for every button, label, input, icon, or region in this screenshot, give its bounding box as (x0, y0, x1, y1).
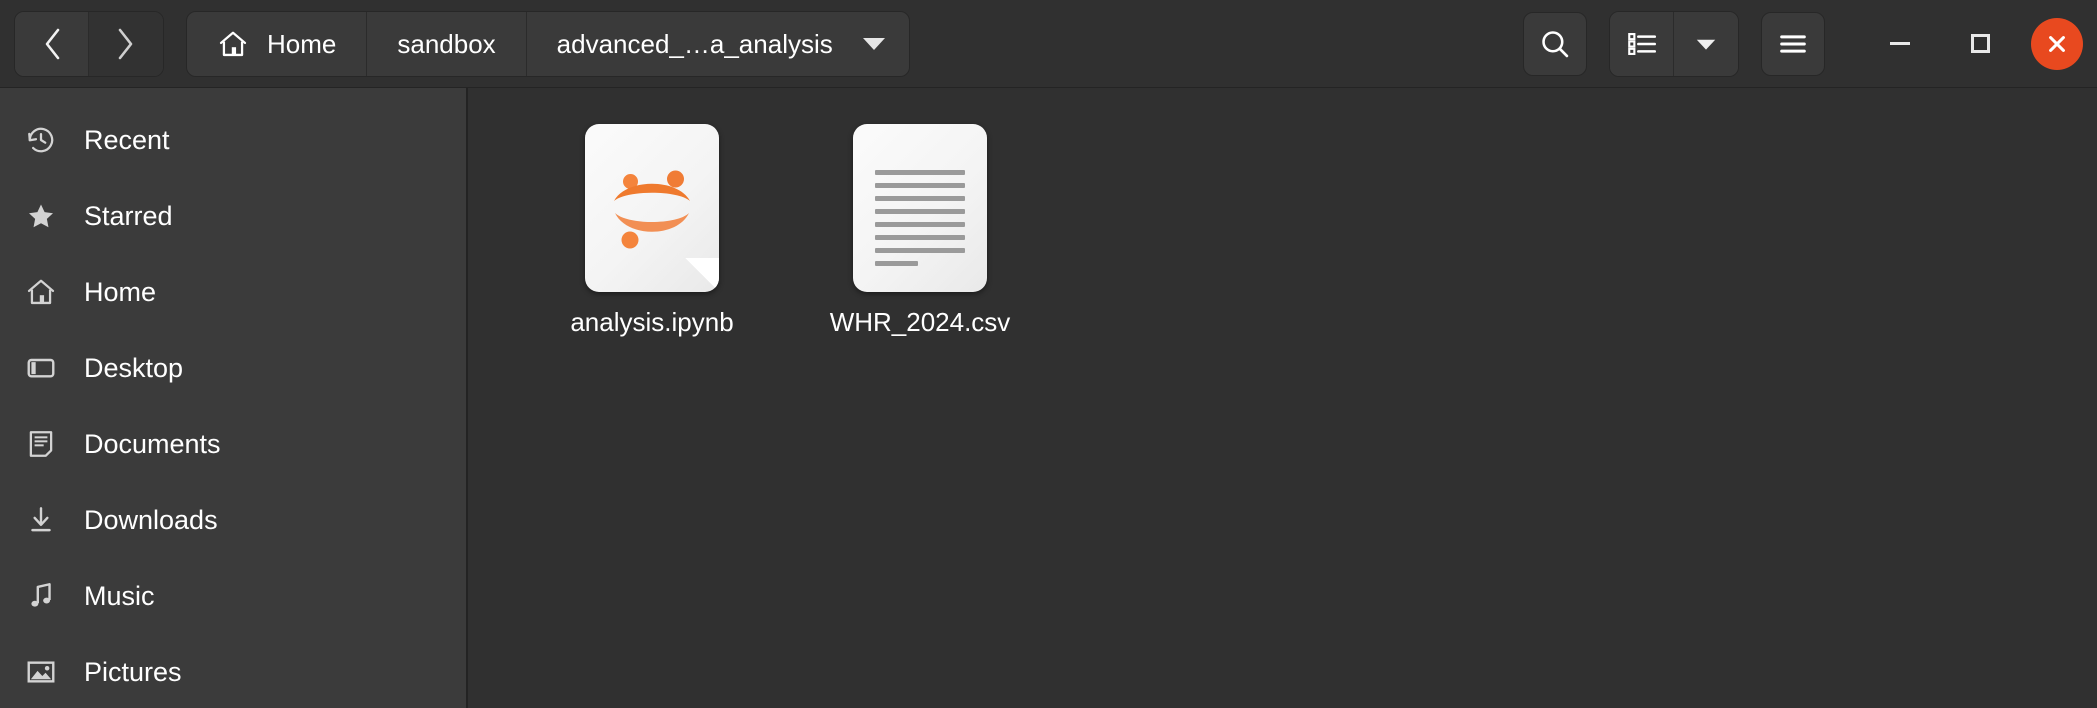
text-lines (875, 170, 965, 274)
music-note-icon (24, 579, 58, 613)
close-icon (2049, 35, 2065, 52)
main-menu-button[interactable] (1761, 11, 1825, 76)
search-icon (1542, 30, 1569, 57)
sidebar-item-label: Starred (84, 200, 173, 231)
picture-icon (24, 655, 58, 689)
file-item-whr-2024-csv[interactable]: WHR_2024.csv (786, 116, 1054, 337)
home-icon (219, 31, 247, 56)
hamburger-menu-icon (1780, 34, 1806, 53)
sidebar-item-downloads[interactable]: Downloads (0, 482, 466, 558)
back-button[interactable] (15, 11, 89, 76)
breadcrumb-item-home[interactable]: Home (187, 11, 368, 76)
file-icon-wrap (853, 124, 987, 292)
view-toggle-group (1609, 10, 1739, 77)
jupyter-notebook-file-icon (585, 124, 719, 292)
maximize-button[interactable] (1951, 15, 2009, 73)
sidebar-item-pictures[interactable]: Pictures (0, 634, 466, 708)
search-button[interactable] (1523, 11, 1587, 76)
breadcrumb: Home sandbox advanced_…a_analysis (186, 10, 910, 77)
list-view-icon (1627, 32, 1656, 55)
sidebar-item-label: Pictures (84, 656, 182, 687)
file-item-analysis-ipynb[interactable]: analysis.ipynb (518, 116, 786, 337)
document-icon (24, 427, 58, 461)
clock-history-icon (24, 123, 58, 157)
breadcrumb-label: Home (267, 28, 337, 59)
file-manager-window: Home sandbox advanced_…a_analysis Recent… (0, 0, 2097, 708)
sidebar-item-label: Music (84, 580, 155, 611)
sidebar-item-recent[interactable]: Recent (0, 102, 466, 178)
minimize-icon (1890, 42, 1910, 45)
breadcrumb-label: sandbox (397, 28, 496, 59)
sidebar-item-label: Recent (84, 124, 170, 155)
sidebar-item-label: Desktop (84, 352, 184, 383)
window-body: Recent Starred Home Desktop Documents Do… (0, 88, 2097, 708)
home-icon (24, 275, 58, 309)
sidebar-item-music[interactable]: Music (0, 558, 466, 634)
file-icon-wrap (585, 124, 719, 292)
star-icon (24, 199, 58, 233)
sidebar-item-desktop[interactable]: Desktop (0, 330, 466, 406)
desktop-icon (24, 351, 58, 385)
breadcrumb-item-sandbox[interactable]: sandbox (367, 11, 527, 76)
sidebar-item-label: Documents (84, 428, 221, 459)
text-file-icon (853, 124, 987, 292)
file-grid: analysis.ipynb WHR_2024.csv (468, 116, 2097, 337)
page-fold (685, 258, 719, 292)
view-options-button[interactable] (1674, 11, 1738, 76)
maximize-icon (1970, 34, 1990, 53)
breadcrumb-item-current[interactable]: advanced_…a_analysis (526, 11, 909, 76)
header-bar: Home sandbox advanced_…a_analysis (0, 0, 2097, 88)
chevron-down-icon (1696, 39, 1716, 50)
breadcrumb-label: advanced_…a_analysis (556, 28, 833, 59)
chevron-down-icon[interactable] (862, 37, 885, 50)
forward-button[interactable] (89, 11, 163, 76)
header-left-group: Home sandbox advanced_…a_analysis (14, 10, 910, 77)
header-right-group (1523, 10, 2083, 77)
minimize-button[interactable] (1871, 15, 1929, 73)
file-name-label: analysis.ipynb (570, 307, 734, 337)
sidebar-item-label: Downloads (84, 504, 218, 535)
chevron-left-icon (45, 28, 59, 59)
file-name-label: WHR_2024.csv (829, 307, 1011, 337)
download-arrow-icon (24, 503, 58, 537)
sidebar-item-starred[interactable]: Starred (0, 178, 466, 254)
close-button[interactable] (2031, 17, 2083, 70)
sidebar-item-label: Home (84, 276, 157, 307)
view-list-button[interactable] (1610, 11, 1674, 76)
sidebar-item-documents[interactable]: Documents (0, 406, 466, 482)
sidebar: Recent Starred Home Desktop Documents Do… (0, 88, 468, 708)
sidebar-item-home[interactable]: Home (0, 254, 466, 330)
navigation-buttons (14, 10, 164, 77)
file-list-view[interactable]: analysis.ipynb WHR_2024.csv (468, 88, 2097, 708)
chevron-right-icon (118, 28, 133, 59)
